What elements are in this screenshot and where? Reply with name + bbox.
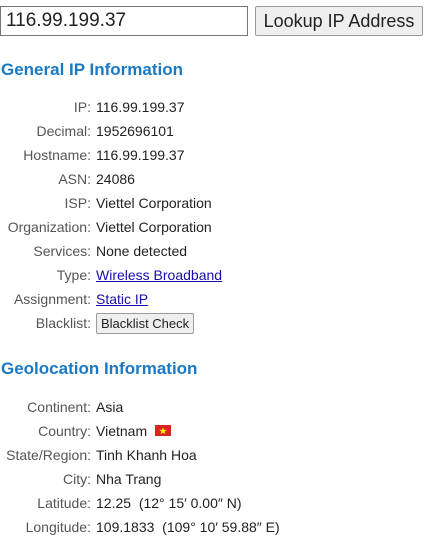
region-row: State/Region: Tinh Khanh Hoa bbox=[0, 443, 438, 467]
geolocation-info-title: Geolocation Information bbox=[1, 359, 198, 378]
longitude-label: Longitude: bbox=[25, 519, 91, 535]
blacklist-label: Blacklist: bbox=[35, 315, 91, 331]
services-row: Services: None detected bbox=[0, 239, 438, 263]
city-value: Nha Trang bbox=[96, 471, 162, 487]
country-value: Vietnam bbox=[96, 423, 148, 439]
services-value: None detected bbox=[96, 243, 188, 259]
latitude-row: Latitude: 12.25 (12° 15′ 0.00″ N) bbox=[0, 491, 438, 515]
asn-label: ASN: bbox=[58, 171, 91, 187]
longitude-row: Longitude: 109.1833 (109° 10′ 59.88″ E) bbox=[0, 515, 438, 539]
city-label: City: bbox=[63, 471, 91, 487]
type-label: Type: bbox=[56, 267, 91, 283]
lookup-ip-button[interactable]: Lookup IP Address bbox=[255, 6, 423, 36]
blacklist-check-button[interactable]: Blacklist Check bbox=[96, 313, 195, 334]
isp-row: ISP: Viettel Corporation bbox=[0, 191, 438, 215]
city-row: City: Nha Trang bbox=[0, 467, 438, 491]
type-link[interactable]: Wireless Broadband bbox=[96, 267, 222, 283]
organization-row: Organization: Viettel Corporation bbox=[0, 215, 438, 239]
hostname-label: Hostname: bbox=[23, 147, 91, 163]
latitude-value: 12.25 (12° 15′ 0.00″ N) bbox=[96, 495, 242, 511]
ip-row: IP: 116.99.199.37 bbox=[0, 95, 438, 119]
decimal-label: Decimal: bbox=[36, 123, 91, 139]
lookup-bar: Lookup IP Address bbox=[0, 6, 438, 38]
assignment-link[interactable]: Static IP bbox=[96, 291, 148, 307]
blacklist-row: Blacklist: Blacklist Check bbox=[0, 311, 438, 335]
isp-label: ISP: bbox=[64, 195, 91, 211]
asn-row: ASN: 24086 bbox=[0, 167, 438, 191]
isp-value: Viettel Corporation bbox=[96, 195, 212, 211]
general-info-title: General IP Information bbox=[1, 60, 184, 79]
region-value: Tinh Khanh Hoa bbox=[96, 447, 197, 463]
country-label: Country: bbox=[38, 423, 91, 439]
type-value: Wireless Broadband bbox=[96, 263, 222, 287]
ip-label: IP: bbox=[73, 99, 91, 115]
ip-value: 116.99.199.37 bbox=[96, 99, 185, 115]
longitude-value: 109.1833 (109° 10′ 59.88″ E) bbox=[96, 519, 280, 535]
assignment-label: Assignment: bbox=[13, 291, 91, 307]
continent-value: Asia bbox=[96, 399, 124, 415]
hostname-value: 116.99.199.37 bbox=[96, 147, 185, 163]
services-label: Services: bbox=[33, 243, 91, 259]
asn-value: 24086 bbox=[96, 171, 135, 187]
hostname-row: Hostname: 116.99.199.37 bbox=[0, 143, 438, 167]
continent-row: Continent: Asia bbox=[0, 395, 438, 419]
country-row: Country: Vietnam bbox=[0, 419, 438, 443]
assignment-row: Assignment: Static IP bbox=[0, 287, 438, 311]
decimal-value: 1952696101 bbox=[96, 123, 174, 139]
organization-value: Viettel Corporation bbox=[96, 219, 212, 235]
flag-star-icon bbox=[159, 426, 167, 434]
region-label: State/Region: bbox=[6, 447, 91, 463]
type-row: Type: Wireless Broadband bbox=[0, 263, 438, 287]
continent-label: Continent: bbox=[27, 399, 91, 415]
organization-label: Organization: bbox=[7, 219, 91, 235]
vietnam-flag-icon bbox=[155, 425, 171, 436]
latitude-label: Latitude: bbox=[37, 495, 91, 511]
decimal-row: Decimal: 1952696101 bbox=[0, 119, 438, 143]
assignment-value: Static IP bbox=[96, 287, 148, 311]
ip-address-input[interactable] bbox=[0, 6, 248, 36]
